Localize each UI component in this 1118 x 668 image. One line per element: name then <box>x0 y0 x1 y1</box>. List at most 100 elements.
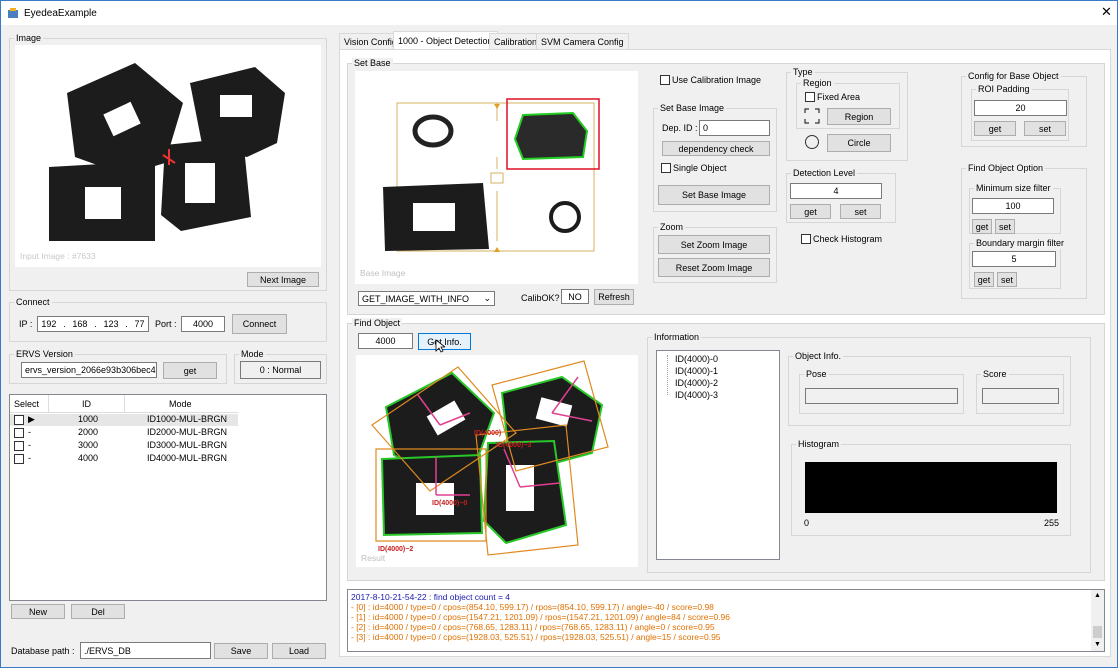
tab-calibration[interactable]: Calibration <box>489 33 543 49</box>
detection-set-button[interactable]: set <box>840 204 881 219</box>
header-id[interactable]: ID <box>82 399 91 410</box>
table-row[interactable]: - 2000 ID2000-MUL-BRGN <box>10 427 238 439</box>
histogram-min: 0 <box>804 518 810 528</box>
table-row[interactable]: - 4000 ID4000-MUL-BRGN <box>10 453 238 465</box>
table-header: Select ID Mode <box>10 395 238 413</box>
row-checkbox[interactable] <box>14 441 24 451</box>
row-id: 4000 <box>78 453 99 463</box>
row-mode: ID2000-MUL-BRGN <box>147 427 228 437</box>
tree-item[interactable]: ID(4000)-1 <box>675 366 718 377</box>
set-base-image-label: Set Base Image <box>658 103 727 114</box>
log-scrollbar[interactable]: ▲ ▼ <box>1091 590 1104 651</box>
check-histogram-label: Check Histogram <box>813 234 883 244</box>
reset-zoom-button[interactable]: Reset Zoom Image <box>658 258 770 277</box>
database-table[interactable]: Select ID Mode ▶ 1000 ID1000-MUL-BRGN - … <box>9 394 327 601</box>
table-row[interactable]: - 3000 ID3000-MUL-BRGN <box>10 440 238 452</box>
header-mode[interactable]: Mode <box>169 399 192 410</box>
tree-item[interactable]: ID(4000)-0 <box>675 354 718 365</box>
dep-id-field[interactable]: 0 <box>699 120 770 136</box>
connect-button[interactable]: Connect <box>232 314 287 334</box>
boundary-set-button[interactable]: set <box>997 272 1017 287</box>
row-marker: - <box>28 440 31 450</box>
scroll-down-icon[interactable]: ▼ <box>1094 641 1101 648</box>
database-path-field[interactable]: ./ERVS_DB <box>80 642 211 659</box>
boundary-field[interactable]: 5 <box>972 251 1056 267</box>
ip-octet-3: 123 <box>103 319 119 329</box>
save-button[interactable]: Save <box>214 643 268 659</box>
use-calibration-label: Use Calibration Image <box>672 75 762 85</box>
log-output[interactable]: 2017-8-10-21-54-22 : find object count =… <box>347 589 1105 652</box>
result-label: ID(4000)−2 <box>378 546 413 553</box>
table-row[interactable]: ▶ 1000 ID1000-MUL-BRGN <box>10 414 238 426</box>
mouse-cursor-icon <box>435 339 447 355</box>
set-base-image-button[interactable]: Set Base Image <box>658 185 770 205</box>
input-image: Input Image : #7633 <box>15 45 321 267</box>
circle-button[interactable]: Circle <box>827 134 891 152</box>
fixed-area-checkbox[interactable] <box>805 92 815 102</box>
load-button[interactable]: Load <box>272 643 326 659</box>
new-button[interactable]: New <box>11 604 65 619</box>
refresh-button[interactable]: Refresh <box>594 289 634 305</box>
log-line: - [3] : id=4000 / type=0 / cpos=(1928.03… <box>351 632 721 642</box>
min-size-field[interactable]: 100 <box>972 198 1054 214</box>
result-label: ID(4000)−3 <box>496 442 531 449</box>
score-field <box>982 388 1059 404</box>
tree-item[interactable]: ID(4000)-3 <box>675 390 718 401</box>
ervs-version-field[interactable]: ervs_version_2066e93b306bec4996 <box>21 362 157 378</box>
roi-padding-field[interactable]: 20 <box>974 100 1067 116</box>
port-field[interactable]: 4000 <box>181 316 225 332</box>
min-size-set-button[interactable]: set <box>995 219 1015 234</box>
tab-svm-camera-config[interactable]: SVM Camera Config <box>536 33 629 49</box>
region-label: Region <box>801 78 834 89</box>
row-checkbox[interactable] <box>14 454 24 464</box>
check-histogram-checkbox[interactable] <box>801 234 811 244</box>
base-image-caption: Base Image <box>360 268 406 278</box>
next-image-button[interactable]: Next Image <box>247 272 319 287</box>
dependency-check-button[interactable]: dependency check <box>662 141 770 156</box>
detection-get-button[interactable]: get <box>790 204 831 219</box>
row-checkbox[interactable] <box>14 415 24 425</box>
region-button[interactable]: Region <box>827 108 891 125</box>
single-object-checkbox[interactable] <box>661 163 671 173</box>
ervs-get-button[interactable]: get <box>163 362 217 379</box>
ip-address-field[interactable]: 192. 168. 123. 77 <box>37 316 149 332</box>
scroll-thumb[interactable] <box>1093 626 1102 638</box>
tree-item[interactable]: ID(4000)-2 <box>675 378 718 389</box>
boundary-get-button[interactable]: get <box>974 272 994 287</box>
row-mode: ID3000-MUL-BRGN <box>147 440 228 450</box>
close-icon[interactable]: ✕ <box>1101 5 1112 18</box>
detection-level-field[interactable]: 4 <box>790 183 882 199</box>
roi-set-button[interactable]: set <box>1024 121 1066 136</box>
result-image: ID(4000) ID(4000)−3 ID(4000)−0 ID(4000)−… <box>356 355 638 567</box>
header-select[interactable]: Select <box>14 399 39 410</box>
min-size-label: Minimum size filter <box>974 183 1053 194</box>
zoom-label: Zoom <box>658 222 686 233</box>
use-calibration-checkbox[interactable] <box>660 75 670 85</box>
score-label: Score <box>981 369 1009 380</box>
scroll-up-icon[interactable]: ▲ <box>1094 592 1101 599</box>
mode-field[interactable]: 0 : Normal <box>240 361 321 379</box>
object-tree[interactable]: ID(4000)-0 ID(4000)-1 ID(4000)-2 ID(4000… <box>656 350 780 560</box>
find-object-label: Find Object <box>352 318 403 329</box>
ip-octet-2: 168 <box>72 319 88 329</box>
min-size-get-button[interactable]: get <box>972 219 992 234</box>
row-marker: - <box>28 453 31 463</box>
pose-field <box>805 388 958 404</box>
roi-get-button[interactable]: get <box>974 121 1016 136</box>
pose-label: Pose <box>804 369 829 380</box>
database-path-label: Database path : <box>11 646 75 656</box>
row-checkbox[interactable] <box>14 428 24 438</box>
tree-lines <box>667 355 675 395</box>
row-mode: ID1000-MUL-BRGN <box>147 414 228 424</box>
tab-object-detection[interactable]: 1000 - Object Detection <box>393 31 498 50</box>
ip-label: IP : <box>19 319 33 329</box>
capture-mode-combo[interactable]: GET_IMAGE_WITH_INFO ⌄ <box>358 291 495 306</box>
del-button[interactable]: Del <box>71 604 125 619</box>
circle-icon <box>804 134 820 152</box>
find-id-field[interactable]: 4000 <box>358 333 413 349</box>
calib-ok-field: NO <box>561 289 589 304</box>
ervs-version-label: ERVS Version <box>14 349 75 360</box>
log-line: 2017-8-10-21-54-22 : find object count =… <box>351 592 511 602</box>
histogram-label: Histogram <box>796 439 842 450</box>
set-zoom-button[interactable]: Set Zoom Image <box>658 235 770 254</box>
